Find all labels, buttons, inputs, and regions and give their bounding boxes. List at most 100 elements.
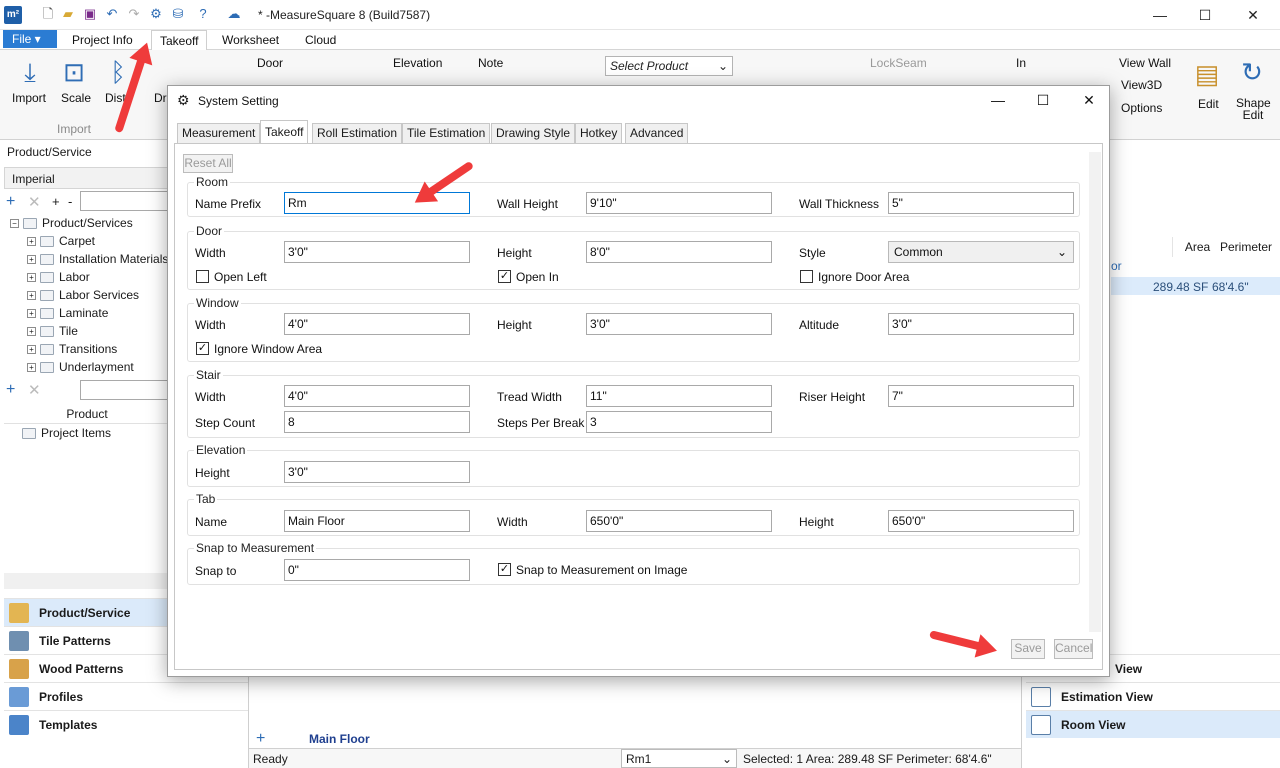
elevation-button[interactable]: Elevation	[393, 56, 442, 70]
edit-button[interactable]: Edit	[1198, 97, 1219, 111]
nav-estimation-view[interactable]: Estimation View	[1026, 682, 1280, 710]
main-floor-tab[interactable]: Main Floor	[309, 732, 370, 746]
tree-item[interactable]: + Installation Materials	[27, 250, 168, 268]
undo-icon[interactable]: ↶	[104, 6, 120, 22]
tree-item[interactable]: + Labor	[27, 268, 90, 286]
redo-icon[interactable]: ↷	[126, 6, 142, 22]
tree-item[interactable]: + Labor Services	[27, 286, 139, 304]
wall-thickness-input[interactable]	[888, 192, 1074, 214]
nav-templates[interactable]: Templates	[4, 710, 248, 738]
product-column-header[interactable]: Product	[4, 404, 170, 424]
tread-width-input[interactable]	[586, 385, 772, 407]
name-prefix-input[interactable]	[284, 192, 470, 214]
tab-drawing-style[interactable]: Drawing Style	[491, 123, 576, 143]
ignore-door-area-checkbox[interactable]	[800, 270, 813, 283]
tab-takeoff[interactable]: Takeoff	[151, 30, 208, 51]
project-items-row[interactable]: Project Items	[22, 424, 111, 442]
window-height-input[interactable]	[586, 313, 772, 335]
tab-roll-estimation[interactable]: Roll Estimation	[312, 123, 403, 143]
scale-button[interactable]: Scale	[61, 91, 91, 105]
steps-per-break-input[interactable]	[586, 411, 772, 433]
tree-item[interactable]: + Carpet	[27, 232, 95, 250]
expand-all-icon[interactable]: +	[52, 194, 60, 209]
add-icon[interactable]: +	[6, 193, 15, 211]
tree-item[interactable]: + Transitions	[27, 340, 117, 358]
maximize-button[interactable]: ☐	[1190, 5, 1220, 25]
door-height-input[interactable]	[586, 241, 772, 263]
perimeter-column-header[interactable]: Perimeter	[1204, 237, 1276, 257]
door-button[interactable]: Door	[257, 56, 283, 70]
view-wall-button[interactable]: View Wall	[1119, 56, 1171, 70]
cloud-icon[interactable]: ☁	[226, 6, 242, 22]
tree-item[interactable]: + Tile	[27, 322, 78, 340]
dialog-maximize-button[interactable]: ☐	[1028, 89, 1058, 111]
dialog-minimize-button[interactable]: —	[983, 89, 1013, 111]
stair-width-input[interactable]	[284, 385, 470, 407]
new-file-icon[interactable]: 🗋	[40, 6, 56, 22]
tab-cloud[interactable]: Cloud	[305, 33, 336, 47]
tab-takeoff-settings[interactable]: Takeoff	[260, 120, 309, 144]
minimize-button[interactable]: —	[1145, 5, 1175, 25]
room-selector[interactable]: Rm1 ⌄	[621, 749, 737, 768]
tab-hotkey[interactable]: Hotkey	[575, 123, 623, 143]
delete-icon[interactable]: ✕	[28, 193, 41, 211]
open-left-checkbox[interactable]	[196, 270, 209, 283]
step-count-input[interactable]	[284, 411, 470, 433]
cancel-button[interactable]: Cancel	[1054, 639, 1093, 659]
add-tab-icon[interactable]: +	[256, 730, 265, 748]
save-icon[interactable]: ▣	[82, 6, 98, 22]
app-logo[interactable]: m²	[4, 6, 22, 24]
riser-height-input[interactable]	[888, 385, 1074, 407]
tree-item[interactable]: + Underlayment	[27, 358, 134, 376]
draw-button[interactable]: Dr	[154, 91, 167, 105]
lockseam-button[interactable]: LockSeam	[870, 56, 927, 70]
reset-all-button[interactable]: Reset All	[183, 154, 233, 173]
add-item-icon[interactable]: +	[6, 381, 15, 399]
zoom-in-button[interactable]: In	[1016, 56, 1026, 70]
close-button[interactable]: ✕	[1238, 5, 1268, 25]
collapse-all-icon[interactable]: -	[68, 194, 72, 209]
snap-on-image-checkbox[interactable]: ✓	[498, 563, 511, 576]
edit-clipboard-icon[interactable]: ▤	[1191, 58, 1223, 90]
tab-advanced[interactable]: Advanced	[625, 123, 689, 143]
shape-edit-button[interactable]: Shape Edit	[1236, 97, 1271, 121]
settings-gear-icon[interactable]: ⚙	[148, 6, 164, 22]
room-row-name[interactable]: or	[1111, 259, 1122, 273]
remove-item-icon[interactable]: ✕	[28, 381, 41, 399]
shape-edit-icon[interactable]: ↻	[1236, 56, 1268, 88]
wall-height-input[interactable]	[586, 192, 772, 214]
tab-worksheet[interactable]: Worksheet	[222, 33, 279, 47]
list-search-input[interactable]	[80, 380, 168, 400]
tree-search-input[interactable]	[80, 191, 168, 211]
tab-measurement[interactable]: Measurement	[177, 123, 261, 143]
horizontal-scrollbar[interactable]	[4, 573, 168, 589]
nav-room-view[interactable]: Room View	[1026, 710, 1280, 738]
tree-item[interactable]: + Laminate	[27, 304, 108, 322]
dialog-vertical-scrollbar[interactable]	[1089, 152, 1101, 632]
file-menu-button[interactable]: File ▾	[3, 30, 57, 48]
dialog-close-button[interactable]: ✕	[1074, 89, 1104, 111]
door-width-input[interactable]	[284, 241, 470, 263]
help-icon[interactable]: ?	[195, 6, 211, 22]
tab-tile-estimation[interactable]: Tile Estimation	[402, 123, 491, 143]
ignore-window-area-checkbox[interactable]: ✓	[196, 342, 209, 355]
window-width-input[interactable]	[284, 313, 470, 335]
altitude-input[interactable]	[888, 313, 1074, 335]
note-button[interactable]: Note	[478, 56, 503, 70]
options-button[interactable]: Options	[1121, 101, 1162, 115]
view3d-button[interactable]: View3D	[1121, 78, 1162, 92]
open-folder-icon[interactable]: ▰	[60, 6, 76, 22]
tab-width-input[interactable]	[586, 510, 772, 532]
tree-root[interactable]: − Product/Services	[10, 214, 133, 232]
tab-name-input[interactable]	[284, 510, 470, 532]
open-in-checkbox[interactable]: ✓	[498, 270, 511, 283]
import-button[interactable]: Import	[12, 91, 46, 105]
door-style-select[interactable]: Common ⌄	[888, 241, 1074, 263]
import-icon[interactable]: ⤓	[14, 56, 46, 88]
tab-project-info[interactable]: Project Info	[72, 33, 133, 47]
snap-to-input[interactable]	[284, 559, 470, 581]
select-product-combo[interactable]: Select Product ⌄	[605, 56, 733, 76]
tab-height-input[interactable]	[888, 510, 1074, 532]
nav-profiles[interactable]: Profiles	[4, 682, 248, 710]
database-icon[interactable]: ⛁	[170, 6, 186, 22]
